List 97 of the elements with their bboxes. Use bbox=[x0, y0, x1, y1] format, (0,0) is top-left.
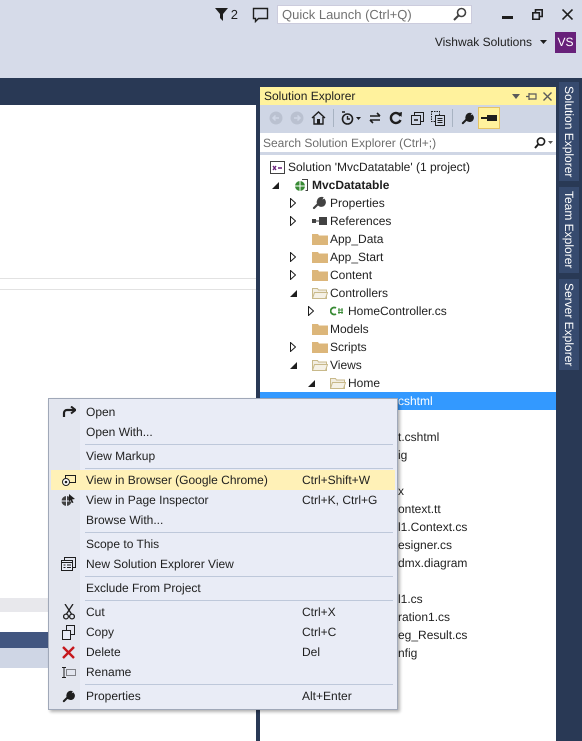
side-tab[interactable]: Team Explorer bbox=[559, 187, 579, 273]
quick-launch-field[interactable]: Quick Launch (Ctrl+Q) bbox=[277, 4, 472, 24]
csharp-file-icon bbox=[330, 306, 344, 316]
refresh-icon[interactable] bbox=[389, 111, 403, 125]
home-icon[interactable] bbox=[311, 111, 326, 125]
search-icon[interactable] bbox=[534, 136, 553, 148]
menu-item[interactable]: Scope to This bbox=[51, 534, 395, 554]
tree-item[interactable]: l1.Context.cs bbox=[398, 520, 468, 534]
preview-icon[interactable] bbox=[481, 115, 497, 121]
tree-item[interactable]: References bbox=[330, 214, 392, 228]
tree-item[interactable]: MvcDatatable bbox=[312, 178, 390, 192]
delete-icon bbox=[62, 646, 75, 658]
tree-item[interactable]: eg_Result.cs bbox=[398, 628, 468, 642]
account-badge[interactable]: VS bbox=[555, 32, 576, 52]
tree-item[interactable]: Home bbox=[348, 376, 380, 390]
tree-item[interactable]: ig bbox=[398, 448, 408, 462]
folder-icon bbox=[312, 323, 328, 335]
collapsed-arrow-icon[interactable] bbox=[290, 216, 296, 226]
tree-item[interactable]: Views bbox=[330, 358, 362, 372]
menu-item[interactable]: New Solution Explorer View bbox=[51, 554, 395, 574]
menu-item[interactable]: Rename bbox=[51, 662, 395, 682]
collapse-all-icon[interactable] bbox=[410, 112, 424, 124]
wrench-icon bbox=[62, 690, 75, 702]
restore-icon[interactable] bbox=[532, 8, 542, 20]
expanded-arrow-icon[interactable] bbox=[290, 290, 297, 296]
close-icon[interactable] bbox=[543, 92, 552, 100]
tree-item[interactable]: nfig bbox=[398, 646, 418, 660]
clock-icon[interactable] bbox=[341, 111, 361, 125]
tree-item[interactable]: dmx.diagram bbox=[398, 556, 468, 570]
tree-item[interactable]: esigner.cs bbox=[398, 538, 452, 552]
feedback-icon[interactable] bbox=[252, 7, 269, 23]
close-icon[interactable] bbox=[562, 8, 572, 20]
tree-item[interactable]: x bbox=[398, 484, 404, 498]
rename-icon bbox=[61, 666, 76, 678]
solution-icon bbox=[270, 160, 285, 174]
pin-icon[interactable] bbox=[526, 92, 537, 100]
collapsed-arrow-icon[interactable] bbox=[308, 306, 314, 316]
tree-item[interactable]: t.cshtml bbox=[398, 430, 440, 444]
open-folder-icon bbox=[312, 287, 328, 299]
tree-item[interactable]: ration1.cs bbox=[398, 610, 450, 624]
panel-title: Solution Explorer bbox=[264, 89, 356, 103]
expanded-arrow-icon[interactable] bbox=[308, 380, 315, 386]
side-tab[interactable]: Solution Explorer bbox=[559, 82, 579, 182]
tree-item[interactable]: Scripts bbox=[330, 340, 367, 354]
notification-count[interactable]: 2 bbox=[230, 6, 238, 22]
new-view-icon bbox=[61, 557, 76, 571]
menu-item[interactable]: Open With... bbox=[51, 422, 395, 442]
tree-item[interactable]: Models bbox=[330, 322, 369, 336]
open-folder-icon bbox=[330, 377, 346, 389]
tree-item[interactable]: App_Start bbox=[330, 250, 384, 264]
scissors-icon bbox=[62, 604, 74, 620]
folder-icon bbox=[312, 233, 328, 245]
inspector-icon bbox=[61, 493, 76, 507]
caret-icon[interactable] bbox=[540, 40, 547, 44]
wrench-icon[interactable] bbox=[460, 112, 474, 124]
folder-icon bbox=[312, 251, 328, 263]
web-project-icon bbox=[294, 178, 309, 192]
tree-item[interactable]: Properties bbox=[330, 196, 385, 210]
folder-icon bbox=[312, 341, 328, 353]
menu-item[interactable]: Copy Ctrl+C bbox=[51, 622, 395, 642]
collapsed-arrow-icon[interactable] bbox=[290, 342, 296, 352]
search-icon[interactable] bbox=[453, 7, 467, 21]
menu-item[interactable]: Exclude From Project bbox=[51, 578, 395, 598]
show-all-files-icon[interactable] bbox=[431, 110, 445, 126]
references-icon bbox=[312, 217, 327, 225]
collapsed-arrow-icon[interactable] bbox=[290, 198, 296, 208]
side-tab[interactable]: Server Explorer bbox=[559, 278, 579, 370]
tree-item[interactable]: ontext.tt bbox=[398, 502, 441, 516]
menu-item[interactable]: View in Page Inspector Ctrl+K, Ctrl+G bbox=[51, 490, 395, 510]
collapsed-arrow-icon[interactable] bbox=[290, 252, 296, 262]
menu-item[interactable]: Cut Ctrl+X bbox=[51, 602, 395, 622]
open-folder-icon bbox=[312, 359, 328, 371]
menu-item[interactable]: Browse With... bbox=[51, 510, 395, 530]
menu-item[interactable]: Properties Alt+Enter bbox=[51, 686, 395, 706]
tree-item[interactable]: l1.cs bbox=[398, 592, 423, 606]
collapsed-arrow-icon[interactable] bbox=[290, 270, 296, 280]
tree-item[interactable]: Controllers bbox=[330, 286, 388, 300]
expanded-arrow-icon[interactable] bbox=[290, 362, 297, 368]
menu-item[interactable]: Delete Del bbox=[51, 642, 395, 662]
browser-icon bbox=[62, 474, 76, 486]
folder-icon bbox=[312, 269, 328, 281]
search-field[interactable]: Search Solution Explorer (Ctrl+;) bbox=[260, 133, 556, 152]
sync-icon[interactable] bbox=[368, 112, 382, 124]
tree-item[interactable]: App_Data bbox=[330, 232, 384, 246]
menu-item[interactable]: View in Browser (Google Chrome) Ctrl+Shift+W bbox=[51, 470, 395, 490]
account-name[interactable]: Vishwak Solutions bbox=[434, 35, 532, 49]
expanded-arrow-icon[interactable] bbox=[272, 182, 279, 188]
preview-button[interactable] bbox=[478, 107, 500, 129]
tree-item[interactable]: HomeController.cs bbox=[348, 304, 447, 318]
tree-item[interactable]: Solution 'MvcDatatable' (1 project) bbox=[288, 160, 470, 174]
copy-icon bbox=[62, 624, 75, 640]
filter-icon[interactable] bbox=[214, 8, 228, 20]
open-arrow-icon bbox=[62, 406, 76, 418]
tree-item[interactable]: Content bbox=[330, 268, 372, 282]
dropdown-icon[interactable] bbox=[512, 94, 520, 98]
menu-item[interactable]: View Markup bbox=[51, 446, 395, 466]
wrench-icon bbox=[312, 196, 326, 210]
